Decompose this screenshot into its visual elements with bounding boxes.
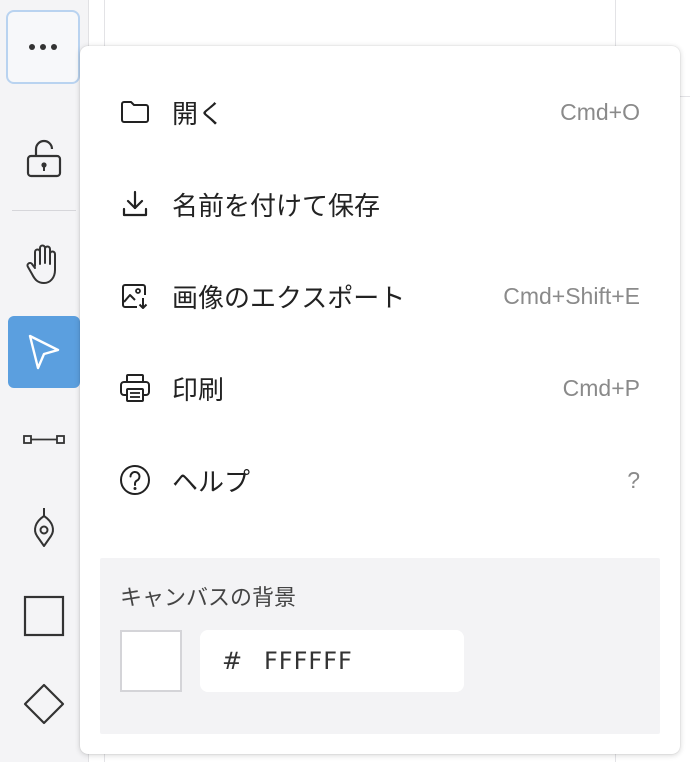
image-export-icon [118,279,152,313]
menu-item-shortcut: Cmd+O [560,98,640,125]
menu-item-label: ヘルプ [172,467,251,498]
diamond-tool-button[interactable] [8,668,80,740]
left-toolbar [0,0,89,762]
diamond-icon [23,683,65,725]
main-menu-dropdown: 開く Cmd+O 名前を付けて保存 画像のエクスポート Cmd+Shift+E [80,46,680,754]
hand-tool-button[interactable] [8,228,80,300]
select-tool-button[interactable] [8,316,80,388]
menu-item-shortcut: Cmd+P [562,374,640,401]
pen-tool-button[interactable] [8,492,80,564]
menu-item-help[interactable]: ヘルプ ? [80,434,680,526]
menu-item-export-image[interactable]: 画像のエクスポート Cmd+Shift+E [80,250,680,342]
folder-icon [118,95,152,129]
menu-item-print[interactable]: 印刷 Cmd+P [80,342,680,434]
more-options-button[interactable] [6,10,80,84]
rectangle-tool-button[interactable] [8,580,80,652]
menu-item-label: 画像のエクスポート [172,283,406,314]
canvas-background-panel: キャンバスの背景 # FFFFFF [100,558,660,734]
menu-item-save-as[interactable]: 名前を付けて保存 [80,158,680,250]
background-color-swatch[interactable] [120,630,182,692]
connector-tool-button[interactable] [8,404,80,476]
download-icon [118,187,152,221]
menu-item-label: 名前を付けて保存 [172,191,381,222]
cursor-arrow-icon [28,334,60,370]
toolbar-divider [12,210,76,211]
connector-line-icon [23,435,65,444]
hex-hash-symbol: # [222,647,243,675]
help-circle-icon [118,463,152,497]
hex-value[interactable]: FFFFFF [264,647,353,675]
lock-tool-button[interactable] [8,122,80,194]
menu-item-label: 開く [172,99,225,130]
menu-item-open[interactable]: 開く Cmd+O [80,66,680,158]
menu-item-shortcut: ? [627,466,640,493]
hand-icon [26,244,56,284]
canvas-background-title: キャンバスの背景 [120,586,297,611]
square-icon [23,595,65,637]
ellipsis-icon [29,44,57,50]
background-color-hex-input[interactable]: # FFFFFF [200,630,464,692]
menu-item-label: 印刷 [172,375,225,406]
printer-icon [118,371,152,405]
menu-item-shortcut: Cmd+Shift+E [503,282,640,309]
pen-nib-icon [34,508,54,547]
unlocked-padlock-icon [26,139,62,178]
